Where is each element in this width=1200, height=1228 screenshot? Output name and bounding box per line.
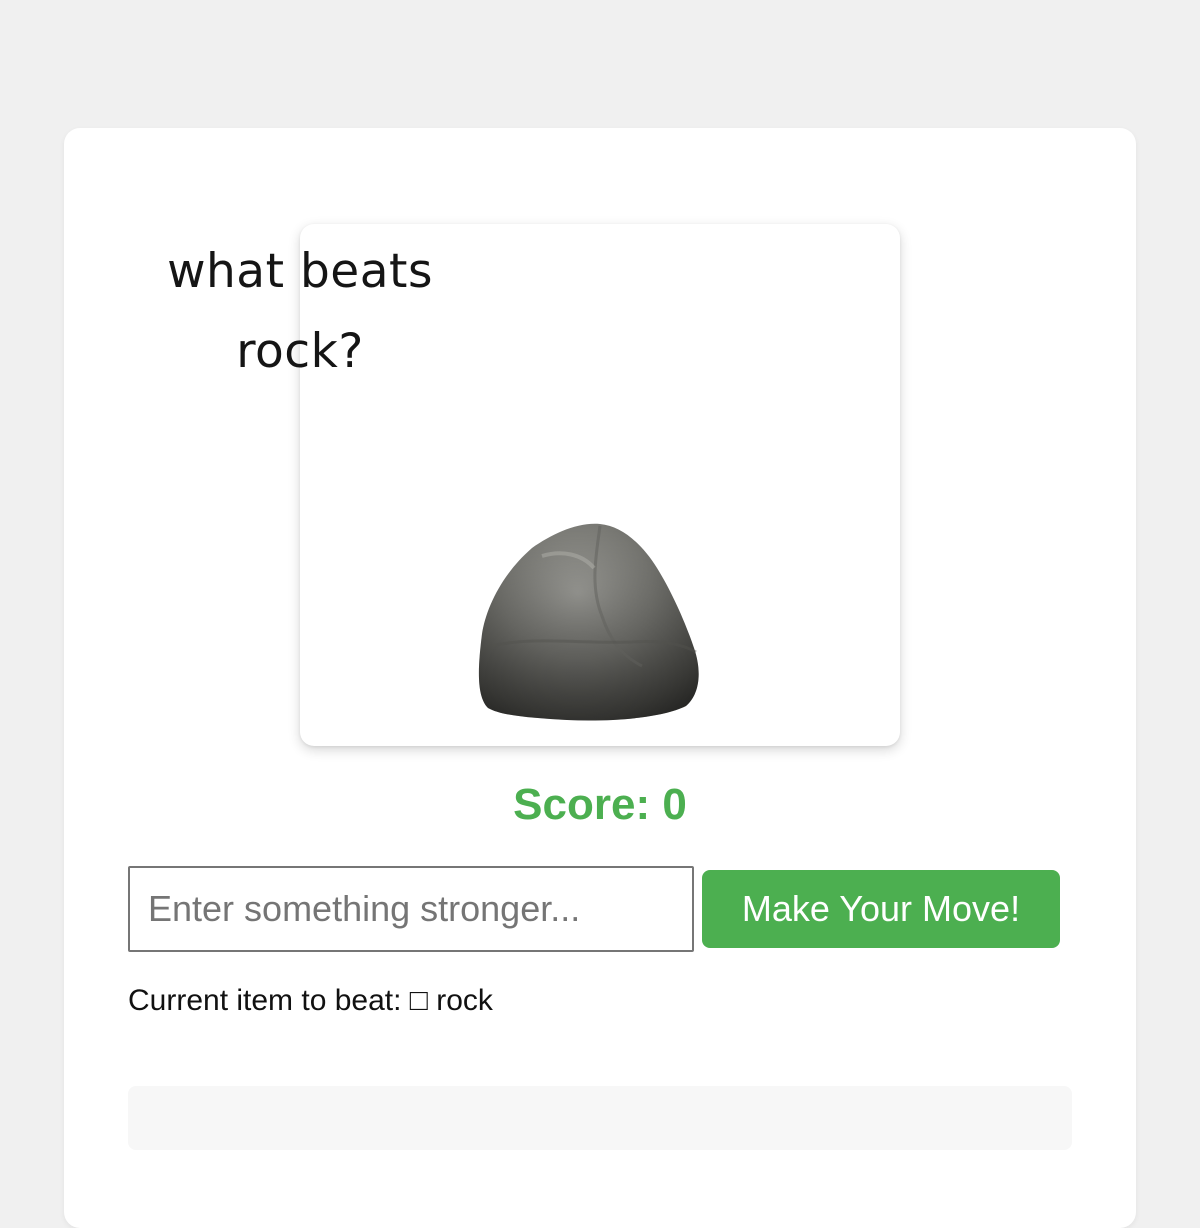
result-area — [128, 1086, 1072, 1150]
score-display: Score: 0 — [513, 780, 687, 829]
make-move-button[interactable]: Make Your Move! — [702, 870, 1060, 948]
hero-caption-line-2: rock? — [236, 324, 364, 379]
current-item-text: Current item to beat: □ rock — [128, 984, 493, 1017]
rock-icon — [478, 523, 699, 721]
hero-caption-line-1: what beats — [167, 244, 433, 299]
move-input[interactable] — [128, 866, 694, 952]
